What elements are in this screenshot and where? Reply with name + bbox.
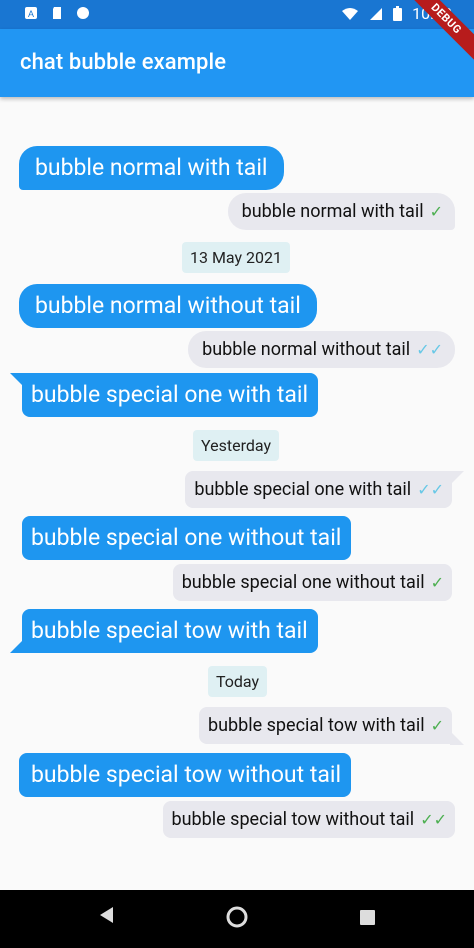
date-chip: 13 May 2021 [182, 242, 291, 273]
chat-list[interactable]: bubble normal with tail bubble normal wi… [0, 97, 474, 890]
app-bar: chat bubble example [0, 29, 474, 97]
circle-icon [77, 7, 89, 19]
chat-bubble-received[interactable]: bubble normal with tail ✓ [227, 193, 455, 230]
message-text: bubble normal with tail [241, 201, 424, 222]
home-icon[interactable] [226, 906, 248, 928]
chat-bubble-received[interactable]: bubble normal without tail ✓✓ [188, 331, 455, 368]
chat-bubble-received[interactable]: bubble special tow with tail ✓ [199, 707, 452, 744]
message-text: bubble special tow with tail [208, 715, 425, 736]
battery-icon [393, 6, 403, 21]
android-studio-icon: A [25, 7, 37, 19]
check-sent-icon: ✓ [429, 202, 443, 221]
message-text: bubble normal with tail [35, 154, 268, 181]
check-sent-icon: ✓ [430, 573, 444, 592]
recents-icon[interactable] [360, 910, 375, 925]
chat-bubble-sent[interactable]: bubble special one without tail [22, 516, 352, 560]
check-seen-icon: ✓✓ [420, 810, 447, 829]
message-text: bubble special tow without tail [171, 809, 415, 830]
chat-bubble-received[interactable]: bubble special one without tail ✓ [172, 564, 452, 601]
navigation-bar [0, 890, 474, 948]
wifi-icon [342, 7, 359, 20]
chat-bubble-sent[interactable]: bubble normal with tail [19, 146, 284, 190]
message-text: bubble special one with tail [31, 381, 309, 408]
message-text: bubble special one with tail [194, 479, 412, 500]
chat-bubble-sent[interactable]: bubble special tow without tail [19, 753, 352, 797]
sd-card-icon [53, 7, 61, 19]
back-icon[interactable] [98, 906, 114, 924]
message-text: bubble special tow without tail [31, 761, 342, 788]
message-text: bubble special one without tail [181, 572, 425, 593]
chat-bubble-sent[interactable]: bubble special one with tail [22, 373, 319, 417]
signal-icon [370, 7, 383, 20]
chat-bubble-received[interactable]: bubble special one with tail ✓✓ [185, 471, 452, 508]
message-text: bubble normal without tail [35, 292, 301, 319]
message-text: bubble special one without tail [31, 524, 342, 551]
chat-bubble-received[interactable]: bubble special tow without tail ✓✓ [162, 801, 455, 838]
date-chip: Yesterday [193, 430, 280, 461]
message-text: bubble special tow with tail [31, 617, 308, 644]
check-sent-icon: ✓ [430, 716, 444, 735]
bubble-tail [450, 471, 464, 485]
date-chip: Today [208, 666, 268, 697]
check-seen-icon: ✓✓ [417, 480, 444, 499]
chat-bubble-sent[interactable]: bubble normal without tail [19, 284, 317, 328]
bubble-tail [450, 731, 464, 745]
chat-bubble-sent[interactable]: bubble special tow with tail [22, 609, 318, 653]
message-text: bubble normal without tail [202, 339, 411, 360]
check-seen-icon: ✓✓ [416, 340, 443, 359]
svg-text:A: A [28, 9, 34, 19]
page-title: chat bubble example [20, 50, 227, 75]
status-bar-notifications: A [24, 6, 90, 20]
status-bar: A 10:48 [0, 0, 474, 29]
